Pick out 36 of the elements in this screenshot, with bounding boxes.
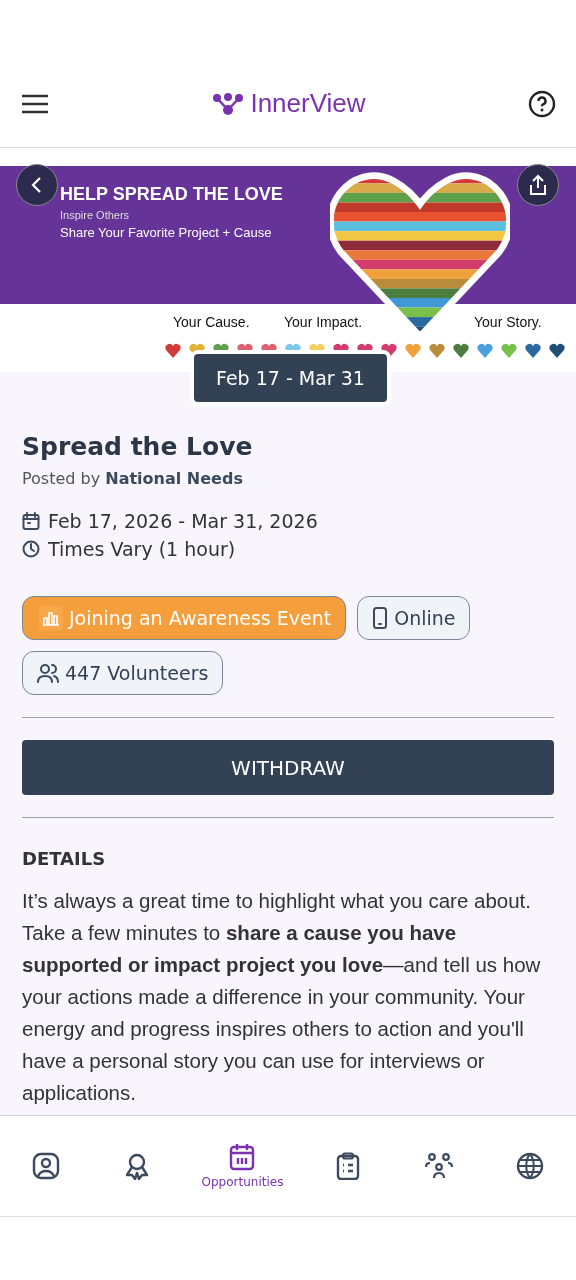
profile-icon — [31, 1152, 60, 1180]
posted-by-text: Posted by National Needs — [22, 469, 244, 488]
volunteers-tag: 447 Volunteers — [22, 651, 224, 695]
banner-caption: Your Story. — [474, 314, 542, 330]
help-icon — [528, 89, 556, 118]
date-badge: Feb 17 - Mar 31 — [190, 350, 391, 406]
back-icon — [30, 176, 44, 194]
logo-icon — [212, 91, 245, 116]
event-title: Spread the Love — [22, 432, 254, 461]
phone-icon — [372, 607, 389, 629]
calendar-icon — [22, 512, 40, 530]
banner-subtitle: Inspire Others — [60, 209, 131, 221]
category-tag: Joining an Awareness Event — [22, 596, 347, 640]
event-time: Times Vary (1 hour) — [48, 538, 236, 560]
online-tag: Online — [357, 596, 471, 640]
group-icon — [424, 1152, 455, 1180]
globe-icon — [516, 1152, 545, 1180]
banner-caption: Your Cause. — [173, 314, 250, 330]
share-icon — [528, 174, 548, 196]
menu-button[interactable] — [20, 92, 50, 115]
details-heading: DETAILS — [22, 848, 107, 869]
banner-headline: HELP SPREAD THE LOVE — [60, 184, 283, 205]
banner-caption: Your Impact. — [284, 314, 363, 330]
nav-tab[interactable]: Opportunities — [197, 1139, 288, 1193]
help-button[interactable] — [528, 89, 556, 118]
brand-name: InnerView — [250, 88, 366, 119]
details-text: It’s always a great time to highlight what you care about. Take a few minutes to share a cause you have supported or impact project you love—and tell us how your actions made a difference in your community. Your energy and progress inspires others to action and you'll have a personal story you can use for interviews or applications. — [22, 888, 542, 1106]
people-icon — [37, 663, 59, 683]
chart-icon — [39, 606, 63, 630]
menu-icon — [20, 92, 50, 115]
clock-icon — [22, 540, 40, 558]
withdraw-button[interactable]: WITHDRAW — [22, 740, 554, 795]
event-dates: Feb 17, 2026 - Mar 31, 2026 — [48, 510, 318, 532]
clipboard-icon — [335, 1152, 362, 1180]
banner-tagline: Share Your Favorite Project + Cause — [60, 225, 273, 240]
calendar-icon — [228, 1143, 257, 1171]
